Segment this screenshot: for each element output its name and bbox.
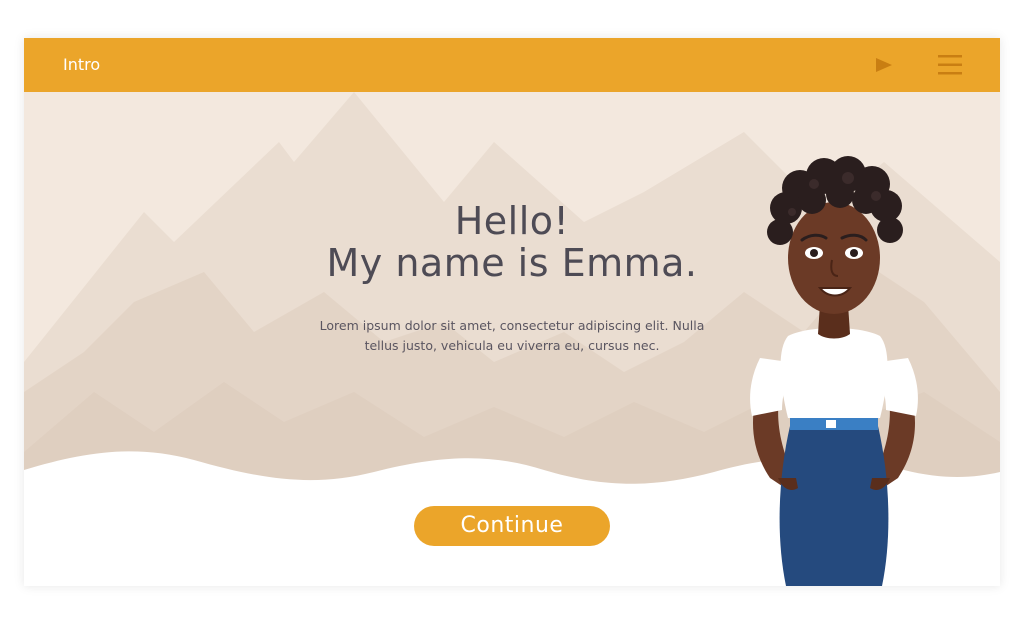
play-button[interactable]: [870, 54, 896, 76]
slide-card: Intro Hello! My name is Emma. Lorem ipsu…: [24, 38, 1000, 586]
character-illustration: [750, 156, 918, 586]
slide-title: Intro: [63, 55, 101, 74]
heading-line-2: My name is Emma.: [326, 241, 698, 285]
top-bar: Intro: [24, 38, 1000, 92]
page-heading: Hello! My name is Emma.: [262, 200, 762, 284]
continue-button[interactable]: Continue: [414, 506, 610, 546]
intro-text-line-1: Lorem ipsum dolor sit amet, consectetur …: [319, 318, 705, 333]
intro-text-line-2: tellus justo, vehicula eu viverra eu, cu…: [364, 338, 660, 353]
play-icon: [876, 58, 892, 72]
menu-button[interactable]: [934, 52, 966, 78]
hamburger-menu-icon: [938, 55, 962, 75]
intro-text: Lorem ipsum dolor sit amet, consectetur …: [294, 316, 730, 356]
heading-line-1: Hello!: [454, 199, 570, 243]
